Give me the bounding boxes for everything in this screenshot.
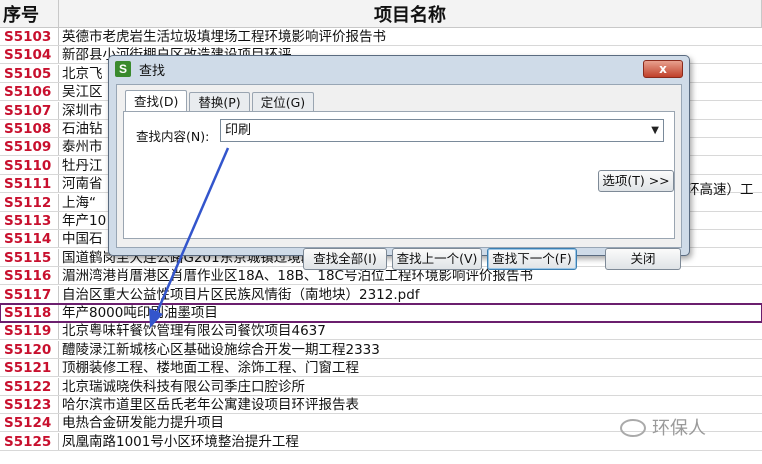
options-button[interactable]: 选项(T) >>	[598, 170, 674, 192]
close-icon[interactable]: x	[643, 60, 683, 78]
cell-project-name[interactable]: 哈尔滨市道里区岳氏老年公寓建设项目环评报告表	[59, 396, 762, 413]
find-all-button[interactable]: 查找全部(I)	[303, 248, 387, 270]
tab-replace[interactable]: 替换(P)	[189, 92, 250, 112]
cell-project-name[interactable]: 自治区重大公益性项目片区民族风情街（南地块）2312.pdf	[59, 286, 762, 303]
cell-seq[interactable]: S5124	[0, 414, 59, 432]
find-what-value: 印刷	[225, 123, 252, 138]
find-tab-panel: 查找内容(N): 印刷 ▼ 选项(T) >>	[123, 111, 675, 239]
table-row[interactable]: S5121 顶棚装修工程、楼地面工程、涂饰工程、门窗工程	[0, 359, 762, 378]
close-button[interactable]: 关闭	[605, 248, 681, 270]
dialog-title: 查找	[139, 63, 166, 79]
table-row[interactable]: S5103 英德市老虎岩生活垃圾填埋场工程环境影响评价报告书	[0, 28, 762, 46]
find-what-input[interactable]: 印刷 ▼	[220, 119, 664, 142]
cell-seq[interactable]: S5120	[0, 340, 59, 358]
dialog-titlebar[interactable]: S 查找 x	[109, 56, 689, 82]
cell-seq[interactable]: S5122	[0, 377, 59, 395]
cell-project-name[interactable]: 年产8000吨印刷油墨项目	[59, 304, 762, 321]
cell-seq[interactable]: S5106	[0, 83, 59, 101]
table-row[interactable]: S5117 自治区重大公益性项目片区民族风情街（南地块）2312.pdf	[0, 285, 762, 304]
cell-project-name[interactable]: 顶棚装修工程、楼地面工程、涂饰工程、门窗工程	[59, 359, 762, 376]
cell-project-name[interactable]: 醴陵渌江新城核心区基础设施综合开发一期工程2333	[59, 341, 762, 358]
cell-seq[interactable]: S5113	[0, 212, 59, 229]
watermark-text: 环保人	[652, 418, 706, 439]
find-what-label: 查找内容(N):	[136, 129, 210, 144]
header-seq[interactable]: 序号	[0, 0, 59, 27]
cell-seq[interactable]: S5116	[0, 267, 59, 285]
cell-seq[interactable]: S5125	[0, 432, 59, 450]
cell-seq[interactable]: S5104	[0, 46, 59, 64]
table-row[interactable]: S5123 哈尔滨市道里区岳氏老年公寓建设项目环评报告表	[0, 396, 762, 414]
watermark: 环保人	[620, 414, 706, 440]
cell-seq[interactable]: S5114	[0, 230, 59, 248]
cell-seq[interactable]: S5121	[0, 359, 59, 377]
table-row[interactable]: S5119 北京粤味轩餐饮管理有限公司餐饮项目4637	[0, 322, 762, 341]
find-previous-button[interactable]: 查找上一个(V)	[392, 248, 482, 270]
cell-seq[interactable]: S5108	[0, 120, 59, 137]
cell-seq[interactable]: S5107	[0, 101, 59, 119]
table-row[interactable]: S5120 醴陵渌江新城核心区基础设施综合开发一期工程2333	[0, 340, 762, 359]
column-header-row: 序号 项目名称	[0, 0, 762, 28]
dropdown-arrow-icon[interactable]: ▼	[651, 120, 659, 141]
find-next-button[interactable]: 查找下一个(F)	[487, 248, 577, 270]
header-project-name[interactable]: 项目名称	[59, 0, 762, 27]
find-dialog: S 查找 x 查找(D) 替换(P) 定位(G) 查找内容(N): 印刷 ▼ 选…	[108, 55, 690, 270]
cell-seq[interactable]: S5119	[0, 322, 59, 340]
cell-seq[interactable]: S5115	[0, 248, 59, 266]
cell-seq[interactable]: S5105	[0, 64, 59, 82]
table-row[interactable]: S5122 北京瑞诚晓佚科技有限公司季庄口腔诊所	[0, 377, 762, 396]
overflow-cell-text: 环高速）工	[686, 182, 754, 198]
cell-seq[interactable]: S5123	[0, 396, 59, 413]
table-row[interactable]: S5118 年产8000吨印刷油墨项目	[0, 303, 762, 323]
cell-seq[interactable]: S5111	[0, 175, 59, 193]
cell-seq[interactable]: S5118	[0, 304, 59, 321]
tab-goto[interactable]: 定位(G)	[251, 92, 315, 112]
cell-project-name[interactable]: 北京瑞诚晓佚科技有限公司季庄口腔诊所	[59, 378, 762, 395]
cell-project-name[interactable]: 英德市老虎岩生活垃圾填埋场工程环境影响评价报告书	[59, 28, 762, 45]
cell-seq[interactable]: S5103	[0, 28, 59, 45]
app-icon: S	[115, 61, 131, 77]
cell-project-name[interactable]: 北京粤味轩餐饮管理有限公司餐饮项目4637	[59, 322, 762, 339]
wechat-logo-icon	[620, 419, 646, 437]
tab-find[interactable]: 查找(D)	[125, 90, 188, 112]
cell-seq[interactable]: S5112	[0, 193, 59, 211]
cell-seq[interactable]: S5117	[0, 285, 59, 303]
cell-seq[interactable]: S5109	[0, 138, 59, 156]
dialog-body: 查找(D) 替换(P) 定位(G) 查找内容(N): 印刷 ▼ 选项(T) >>…	[116, 84, 682, 270]
cell-seq[interactable]: S5110	[0, 156, 59, 174]
dialog-tabs: 查找(D) 替换(P) 定位(G)	[125, 90, 316, 112]
